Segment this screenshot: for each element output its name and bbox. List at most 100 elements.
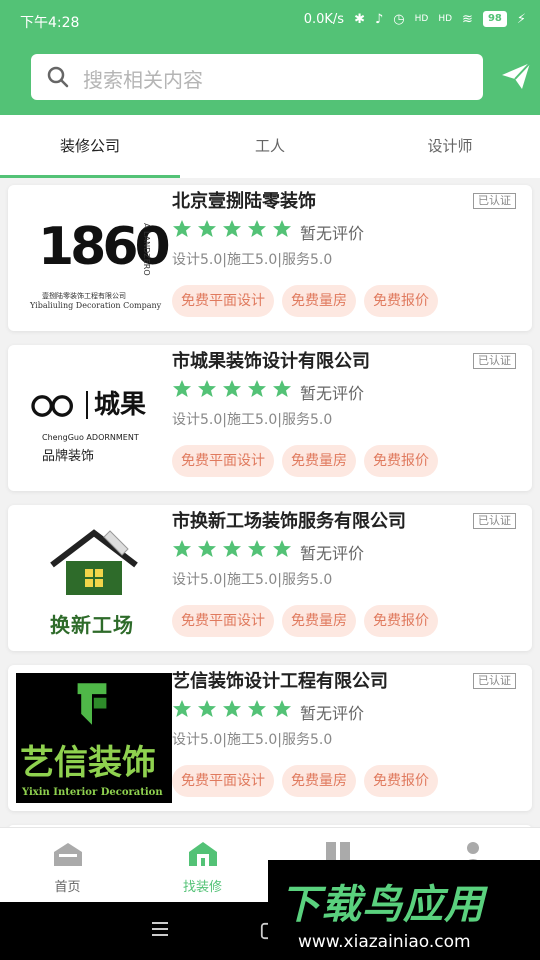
star-icon	[173, 540, 191, 557]
signal-icon-1: HD	[414, 14, 429, 24]
star-icon	[173, 380, 191, 397]
company-card[interactable]: 换新工场 市换新工场装饰服务有限公司 已认证 暂无评价 设计5.0|施工5.0|…	[8, 505, 532, 651]
service-tags: 免费平面设计 免费量房 免费报价	[172, 285, 438, 317]
company-name[interactable]: 北京壹捌陆零装饰	[172, 187, 474, 213]
nav-home[interactable]: 首页	[0, 828, 135, 903]
review-status: 暂无评价	[300, 544, 365, 563]
status-time: 下午4:28	[20, 15, 80, 31]
logo-en-text: Yixin Interior Decoration	[22, 787, 163, 798]
service-tags: 免费平面设计 免费量房 免费报价	[172, 605, 438, 637]
tag-free-measure: 免费量房	[282, 445, 356, 477]
star-icon	[198, 700, 216, 717]
home-icon	[53, 843, 82, 866]
company-logo: 1860 A LANDZERO 壹捌陆零装饰工程有限公司 Yibaliuling…	[16, 193, 172, 323]
logo-cn-text: 艺信装饰	[20, 743, 156, 783]
star-icon	[223, 540, 241, 557]
chengguo-logo-mark-icon	[31, 395, 73, 417]
tag-free-measure: 免费量房	[282, 285, 356, 317]
tab-workers[interactable]: 工人	[180, 115, 360, 178]
logo-cn-text: 壹捌陆零装饰工程有限公司	[42, 292, 126, 300]
company-name[interactable]: 艺信装饰设计工程有限公司	[172, 667, 474, 693]
company-card[interactable]: 1860 A LANDZERO 壹捌陆零装饰工程有限公司 Yibaliuling…	[8, 185, 532, 331]
star-icon	[248, 220, 266, 237]
service-tags: 免费平面设计 免费量房 免费报价	[172, 765, 438, 797]
category-tabs: 装修公司 工人 设计师	[0, 115, 540, 178]
company-logo: 城果 ChengGuo ADORNMENT 品牌装饰	[16, 353, 172, 483]
service-tags: 免费平面设计 免费量房 免费报价	[172, 445, 438, 477]
company-name[interactable]: 市换新工场装饰服务有限公司	[172, 507, 474, 533]
bluetooth-icon: ✱	[354, 11, 365, 27]
search-placeholder: 搜索相关内容	[83, 68, 203, 92]
star-icon	[273, 380, 291, 397]
star-icon	[223, 380, 241, 397]
verified-badge: 已认证	[473, 353, 516, 369]
star-icon	[198, 540, 216, 557]
company-logo: 换新工场	[16, 513, 172, 643]
logo-mark-text: 城果	[86, 391, 146, 419]
watermark-url: www.xiazainiao.com	[298, 932, 471, 952]
score-summary: 设计5.0|施工5.0|服务5.0	[172, 732, 333, 748]
watermark: 下载鸟应用 www.xiazainiao.com	[268, 860, 540, 960]
find-decoration-icon	[188, 842, 217, 866]
logo-en-text: ChengGuo ADORNMENT	[42, 433, 139, 442]
star-icon	[248, 380, 266, 397]
tag-free-floorplan: 免费平面设计	[172, 765, 274, 797]
tag-free-quote: 免费报价	[364, 285, 438, 317]
app-header: 下午4:28 0.0K/s ✱ ♪ ◷ HD HD ≋ 98 ⚡ 搜索相关内容	[0, 0, 540, 115]
send-icon[interactable]	[500, 60, 532, 92]
company-card[interactable]: 艺信装饰 Yixin Interior Decoration 艺信装饰设计工程有…	[8, 665, 532, 811]
star-icon	[223, 700, 241, 717]
status-bar: 下午4:28 0.0K/s ✱ ♪ ◷ HD HD ≋ 98 ⚡	[0, 0, 540, 40]
rating-stars	[172, 539, 292, 559]
star-icon	[223, 220, 241, 237]
mute-icon: ♪	[374, 11, 384, 27]
star-icon	[248, 540, 266, 557]
wifi-icon: ≋	[462, 11, 473, 27]
score-summary: 设计5.0|施工5.0|服务5.0	[172, 252, 333, 268]
house-logo-icon	[50, 529, 138, 595]
star-icon	[198, 380, 216, 397]
star-icon	[173, 220, 191, 237]
review-status: 暂无评价	[300, 224, 365, 243]
tag-free-quote: 免费报价	[364, 605, 438, 637]
rating-stars	[172, 699, 292, 719]
verified-badge: 已认证	[473, 673, 516, 689]
tag-free-floorplan: 免费平面设计	[172, 605, 274, 637]
company-card[interactable]: 城果 ChengGuo ADORNMENT 品牌装饰 市城果装饰设计有限公司 已…	[8, 345, 532, 491]
star-icon	[248, 700, 266, 717]
tag-free-measure: 免费量房	[282, 605, 356, 637]
tab-indicator	[0, 175, 180, 178]
nav-find-decoration[interactable]: 找装修	[135, 828, 270, 903]
alarm-icon: ◷	[393, 11, 405, 27]
score-summary: 设计5.0|施工5.0|服务5.0	[172, 412, 333, 428]
verified-badge: 已认证	[473, 193, 516, 209]
status-indicators: 0.0K/s ✱ ♪ ◷ HD HD ≋ 98 ⚡	[304, 11, 526, 27]
tab-designers[interactable]: 设计师	[360, 115, 540, 178]
search-icon	[47, 66, 69, 88]
charging-icon: ⚡	[516, 11, 526, 27]
yixin-logo-mark-icon	[77, 683, 107, 725]
review-status: 暂无评价	[300, 384, 365, 403]
menu-icon[interactable]	[152, 922, 168, 940]
verified-badge: 已认证	[473, 513, 516, 529]
logo-en-text: Yibaliuling Decoration Company	[30, 301, 162, 310]
company-name[interactable]: 市城果装饰设计有限公司	[172, 347, 474, 373]
tag-free-quote: 免费报价	[364, 765, 438, 797]
star-icon	[273, 220, 291, 237]
tag-free-floorplan: 免费平面设计	[172, 285, 274, 317]
battery-icon: 98	[482, 11, 507, 27]
signal-icon-2: HD	[438, 14, 453, 24]
nav-find-decoration-label: 找装修	[182, 880, 222, 895]
rating-stars	[172, 219, 292, 239]
company-logo: 艺信装饰 Yixin Interior Decoration	[16, 673, 172, 803]
tab-decoration-company[interactable]: 装修公司	[0, 115, 180, 178]
search-input[interactable]: 搜索相关内容	[31, 54, 483, 100]
watermark-title: 下载鸟应用	[280, 882, 485, 928]
star-icon	[273, 700, 291, 717]
logo-cn-text: 换新工场	[50, 613, 134, 637]
tag-free-quote: 免费报价	[364, 445, 438, 477]
review-status: 暂无评价	[300, 704, 365, 723]
star-icon	[198, 220, 216, 237]
logo-side-text: A LANDZERO	[142, 223, 151, 276]
star-icon	[273, 540, 291, 557]
